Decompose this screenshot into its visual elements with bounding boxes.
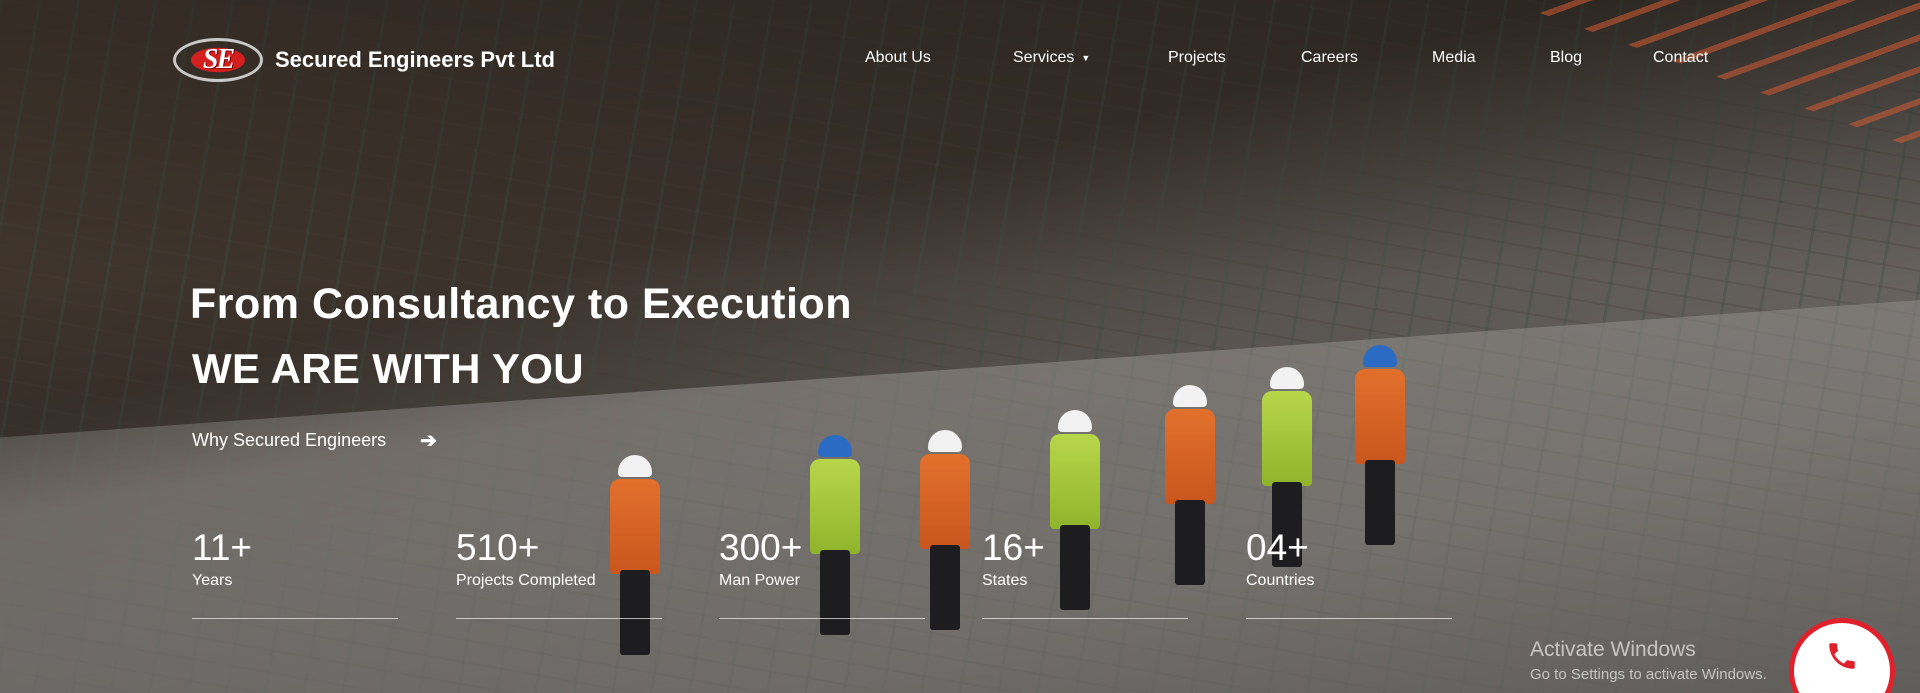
site-header: SE Secured Engineers Pvt Ltd About Us Se… <box>0 0 1920 118</box>
arrow-right-icon: ➔ <box>420 430 437 452</box>
stat-value: 04+ <box>1246 527 1309 568</box>
main-nav: About Us Services ▼ Projects Careers Medi… <box>865 49 1708 67</box>
hero-subtitle: WE ARE WITH YOU <box>192 345 584 392</box>
phone-icon <box>1829 643 1855 669</box>
stat-label: Countries <box>1246 572 1315 589</box>
stat-divider <box>456 618 662 619</box>
stat-label: Years <box>192 572 233 589</box>
stat-label: Projects Completed <box>456 572 596 589</box>
stat-divider <box>1246 618 1452 619</box>
stat-years: 11+ Years <box>192 528 398 619</box>
nav-item-services[interactable]: Services ▼ <box>1013 49 1168 67</box>
stat-value: 16+ <box>982 527 1045 568</box>
why-secured-engineers-link[interactable]: Why Secured Engineers ➔ <box>192 428 437 453</box>
nav-item-projects[interactable]: Projects <box>1168 49 1301 67</box>
stat-divider <box>719 618 925 619</box>
stat-divider <box>982 618 1188 619</box>
nav-item-careers[interactable]: Careers <box>1301 49 1432 67</box>
brand-name: Secured Engineers Pvt Ltd <box>275 47 555 72</box>
stat-value: 11+ <box>192 527 253 568</box>
stat-states: 16+ States <box>982 528 1188 619</box>
stat-value: 300+ <box>719 527 803 568</box>
nav-item-blog[interactable]: Blog <box>1550 49 1653 67</box>
why-link-label: Why Secured Engineers <box>192 430 387 450</box>
stat-manpower: 300+ Man Power <box>719 528 925 619</box>
stat-projects: 510+ Projects Completed <box>456 528 662 619</box>
nav-item-media[interactable]: Media <box>1432 49 1550 67</box>
stat-label: Man Power <box>719 572 800 589</box>
windows-activation-watermark: Activate Windows Go to Settings to activ… <box>1530 638 1767 683</box>
watermark-title: Activate Windows <box>1530 638 1696 661</box>
watermark-subtitle: Go to Settings to activate Windows. <box>1530 666 1767 683</box>
chevron-down-icon: ▼ <box>1081 53 1091 63</box>
stat-label: States <box>982 572 1028 589</box>
stats-row: 11+ Years 510+ Projects Completed 300+ M… <box>192 528 1492 628</box>
hero-title: From Consultancy to Execution <box>190 280 852 328</box>
brand-logo[interactable]: SE Secured Engineers Pvt Ltd <box>173 38 555 82</box>
nav-item-about[interactable]: About Us <box>865 49 1013 67</box>
stat-value: 510+ <box>456 527 540 568</box>
stat-countries: 04+ Countries <box>1246 528 1452 619</box>
nav-item-contact[interactable]: Contact <box>1653 49 1708 67</box>
stat-divider <box>192 618 398 619</box>
logo-mark-icon: SE <box>173 38 263 82</box>
